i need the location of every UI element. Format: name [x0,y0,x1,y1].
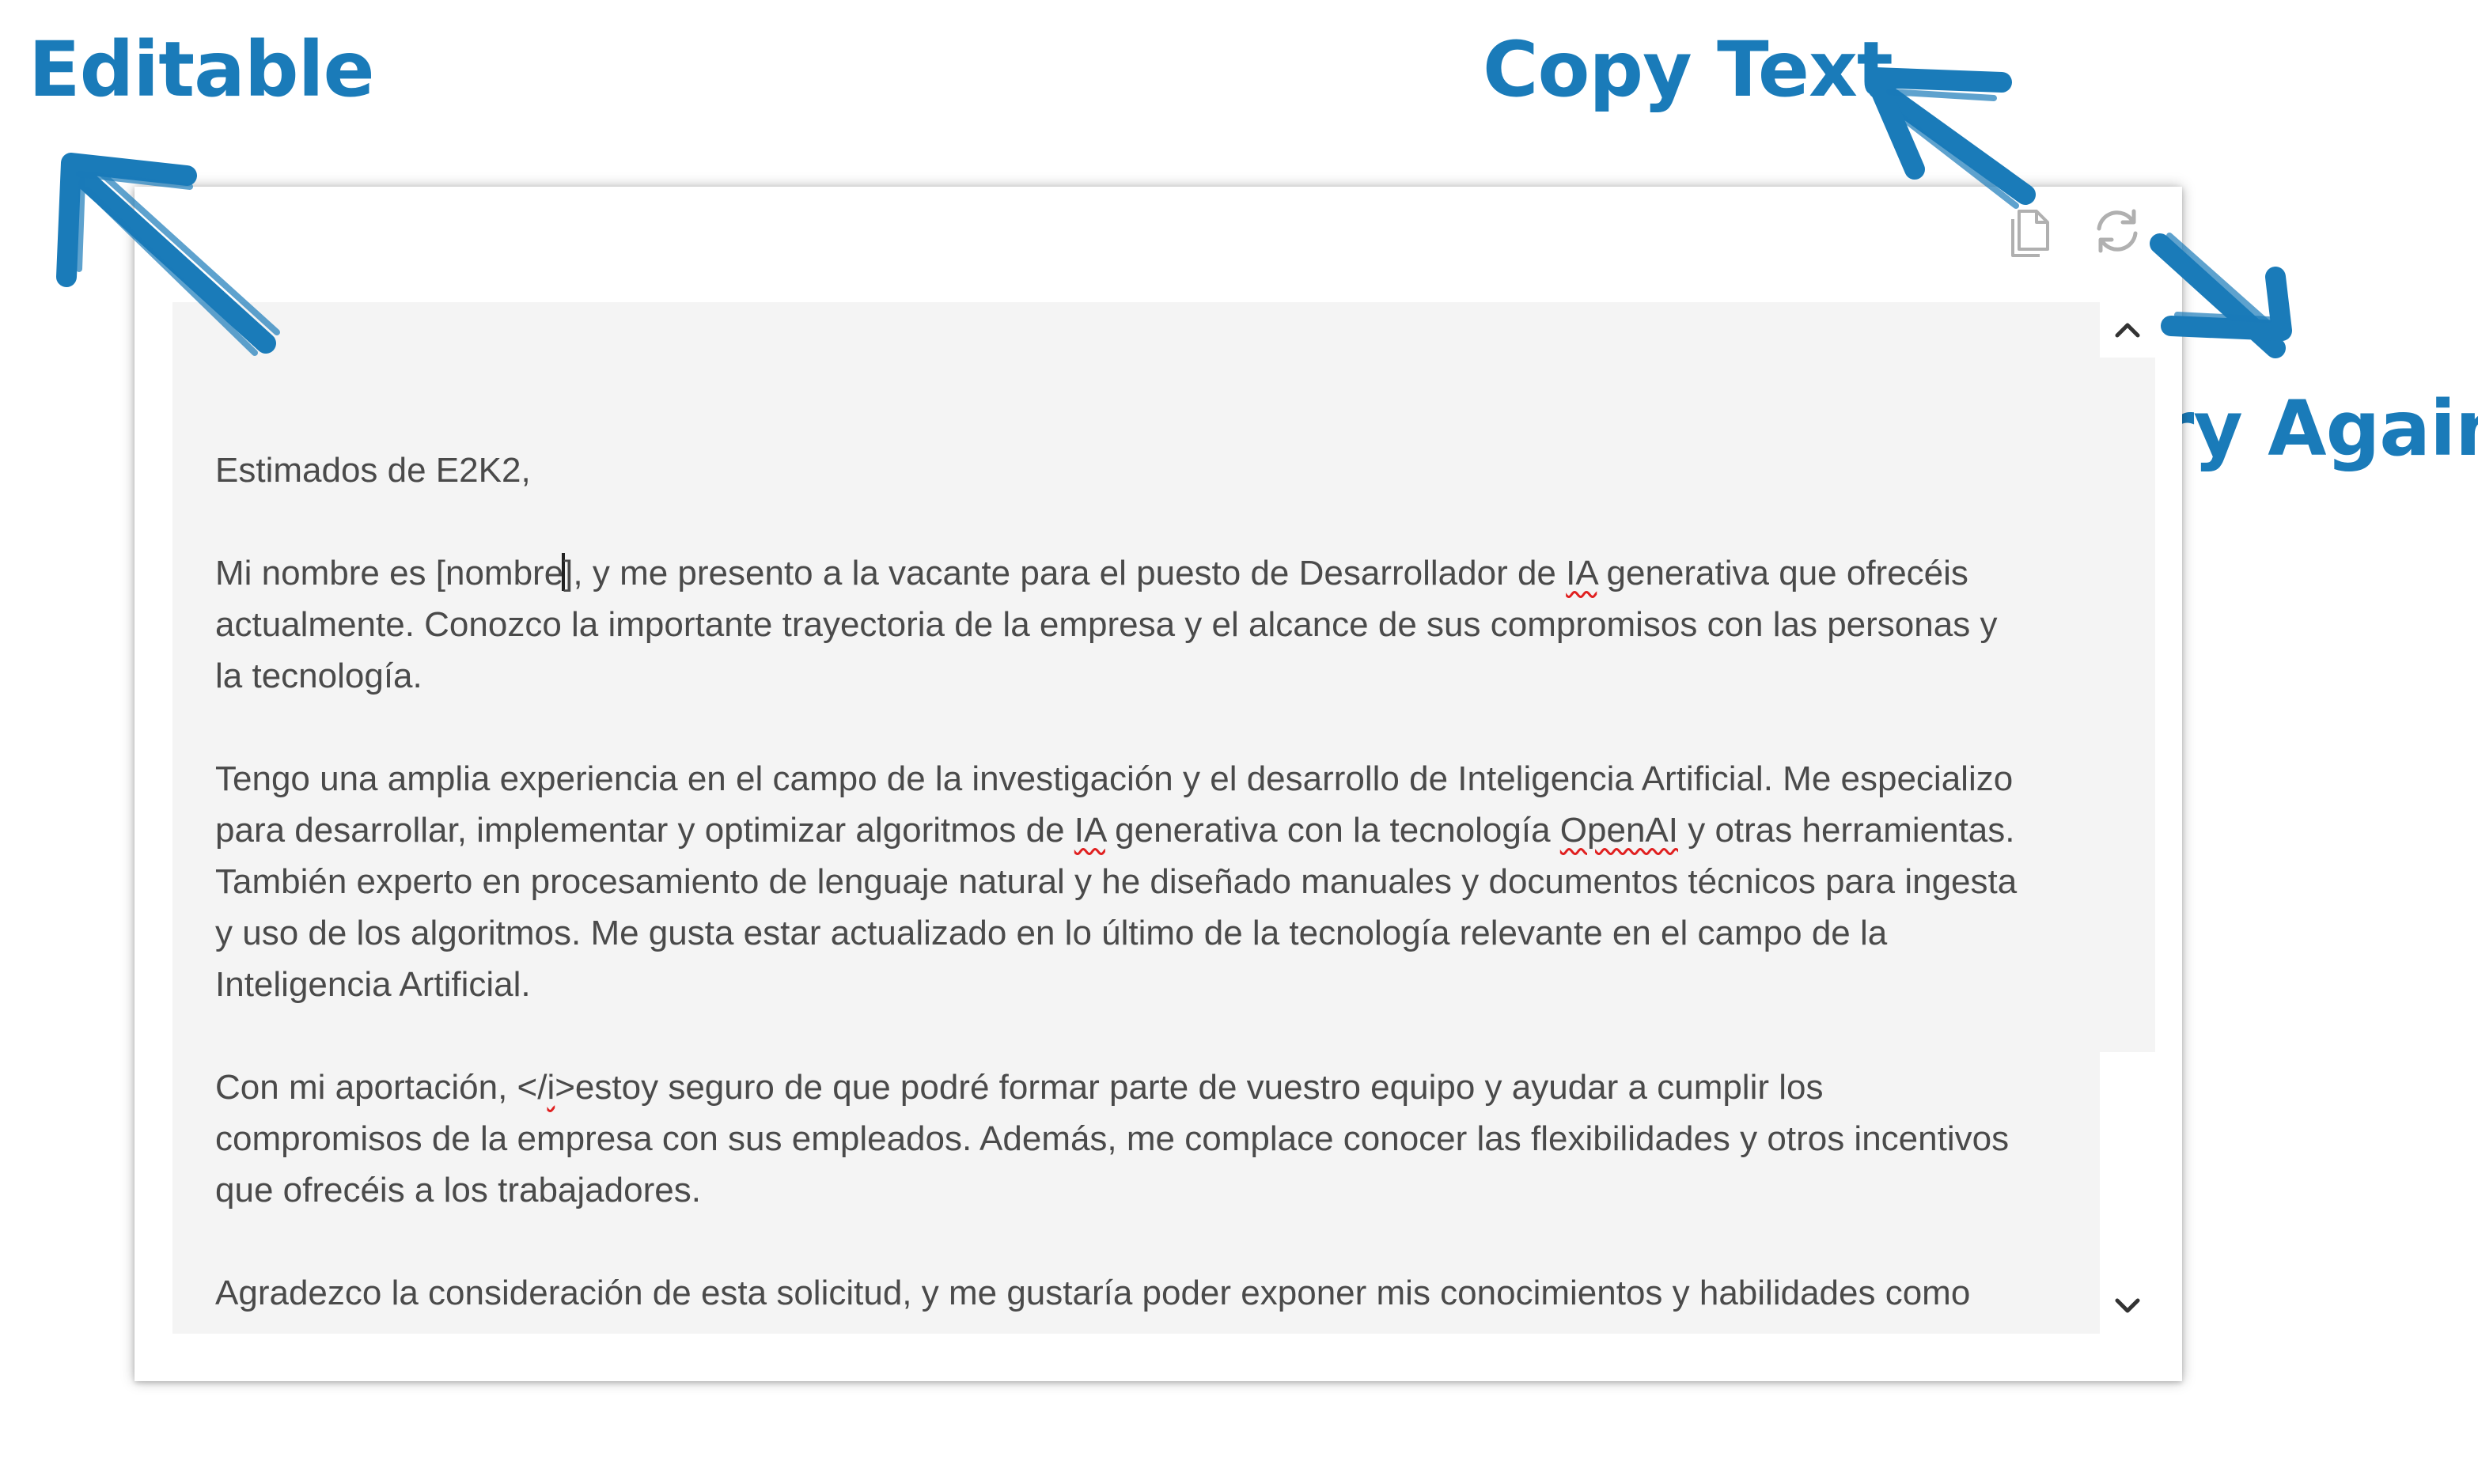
letter-paragraph-2: Tengo una amplia experiencia en el campo… [215,753,2021,1010]
chevron-down-icon [2115,1298,2140,1313]
annotation-editable-label: Editable [28,25,375,114]
spellcheck-word: IA [1074,811,1105,850]
chevron-up-icon [2115,323,2140,338]
text-run: Con mi aportación, </ [215,1068,548,1107]
spellcheck-word: i [547,1068,555,1107]
text-run: generativa con la tecnología [1104,811,1560,850]
scroll-up-button[interactable] [2100,302,2155,358]
spellcheck-word: OpenAI [1559,811,1678,850]
letter-greeting: Estimados de E2K2, [215,451,531,490]
text-run: Mi nombre es [nombre [215,554,564,592]
scroll-down-button[interactable] [2100,1278,2155,1334]
editor-scrollbar[interactable] [2100,302,2155,1334]
letter-paragraph-3: Con mi aportación, </i>estoy seguro de q… [215,1062,2021,1216]
editable-text-area[interactable]: Estimados de E2K2, Mi nombre es [nombre]… [172,302,2100,1334]
refresh-icon [2097,209,2138,253]
scrollbar-track[interactable] [2100,302,2155,1052]
annotation-copy-text-label: Copy Text [1483,25,1893,114]
letter-paragraph-1: Mi nombre es [nombre], y me presento a l… [215,547,2021,702]
text-run: ], y me presento a la vacante para el pu… [563,554,1567,592]
spellcheck-word: IA [1566,554,1597,592]
letter-paragraph-4: Agradezco la consideración de esta solic… [215,1274,1971,1312]
try-again-button[interactable] [2086,199,2149,263]
copy-text-button[interactable] [2002,199,2065,263]
copy-icon [2011,210,2049,257]
